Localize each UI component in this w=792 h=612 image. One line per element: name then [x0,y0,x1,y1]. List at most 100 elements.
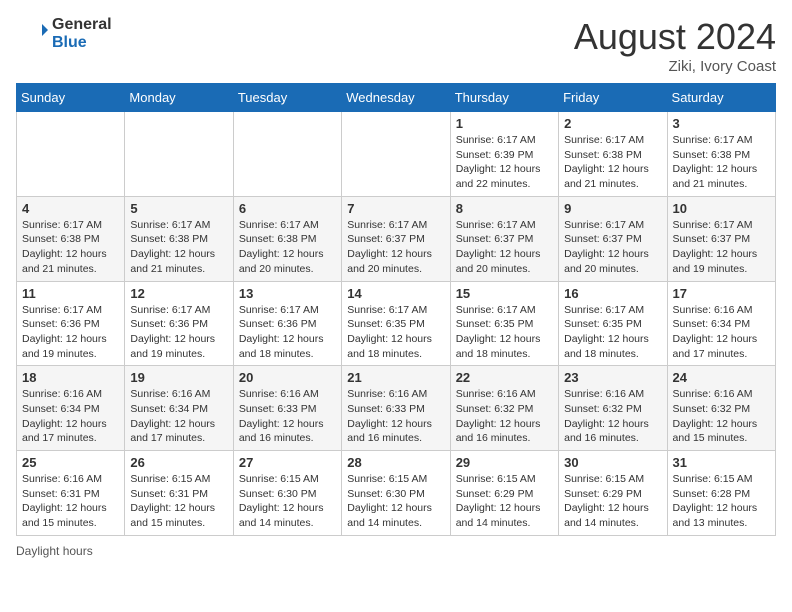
day-number: 9 [564,201,661,216]
calendar-cell: 7 Sunrise: 6:17 AM Sunset: 6:37 PM Daylig… [342,196,450,281]
calendar-cell: 24 Sunrise: 6:16 AM Sunset: 6:32 PM Dayli… [667,366,775,451]
day-header-sunday: Sunday [17,84,125,112]
day-info: Sunrise: 6:15 AM Sunset: 6:29 PM Dayligh… [564,472,661,531]
calendar-cell: 11 Sunrise: 6:17 AM Sunset: 6:36 PM Dayli… [17,281,125,366]
day-header-monday: Monday [125,84,233,112]
calendar-cell: 12 Sunrise: 6:17 AM Sunset: 6:36 PM Dayli… [125,281,233,366]
calendar-cell: 10Sunrise: 6:17 AM Sunset: 6:37 PM Dayli… [667,196,775,281]
calendar-cell: 5 Sunrise: 6:17 AM Sunset: 6:38 PM Daylig… [125,196,233,281]
day-info: Sunrise: 6:16 AM Sunset: 6:34 PM Dayligh… [130,387,227,446]
day-number: 24 [673,370,770,385]
calendar-cell: 30 Sunrise: 6:15 AM Sunset: 6:29 PM Dayli… [559,451,667,536]
day-info: Sunrise: 6:15 AM Sunset: 6:30 PM Dayligh… [347,472,444,531]
day-info: Sunrise: 6:17 AM Sunset: 6:39 PM Dayligh… [456,133,553,192]
day-info: Sunrise: 6:15 AM Sunset: 6:31 PM Dayligh… [130,472,227,531]
day-info: Sunrise: 6:15 AM Sunset: 6:30 PM Dayligh… [239,472,336,531]
day-number: 13 [239,286,336,301]
day-info: Sunrise: 6:16 AM Sunset: 6:34 PM Dayligh… [22,387,119,446]
calendar-cell: 29 Sunrise: 6:15 AM Sunset: 6:29 PM Dayli… [450,451,558,536]
day-number: 22 [456,370,553,385]
calendar-cell: 19 Sunrise: 6:16 AM Sunset: 6:34 PM Dayli… [125,366,233,451]
day-number: 20 [239,370,336,385]
logo-blue: Blue [52,34,112,52]
logo-general: General [52,16,112,34]
day-info: Sunrise: 6:16 AM Sunset: 6:32 PM Dayligh… [456,387,553,446]
day-info: Sunrise: 6:17 AM Sunset: 6:36 PM Dayligh… [22,303,119,362]
day-info: Sunrise: 6:17 AM Sunset: 6:38 PM Dayligh… [130,218,227,277]
day-info: Sunrise: 6:16 AM Sunset: 6:33 PM Dayligh… [347,387,444,446]
calendar-cell: 16 Sunrise: 6:17 AM Sunset: 6:35 PM Dayli… [559,281,667,366]
day-info: Sunrise: 6:16 AM Sunset: 6:31 PM Dayligh… [22,472,119,531]
day-header-tuesday: Tuesday [233,84,341,112]
day-number: 30 [564,455,661,470]
day-info: Sunrise: 6:17 AM Sunset: 6:35 PM Dayligh… [564,303,661,362]
day-number: 2 [564,116,661,131]
day-number: 10 [673,201,770,216]
day-info: Sunrise: 6:16 AM Sunset: 6:34 PM Dayligh… [673,303,770,362]
day-header-saturday: Saturday [667,84,775,112]
day-info: Sunrise: 6:17 AM Sunset: 6:37 PM Dayligh… [347,218,444,277]
logo: General Blue [16,16,112,53]
calendar-cell: 4 Sunrise: 6:17 AM Sunset: 6:38 PM Daylig… [17,196,125,281]
day-number: 1 [456,116,553,131]
day-info: Sunrise: 6:17 AM Sunset: 6:36 PM Dayligh… [239,303,336,362]
calendar-cell [125,112,233,197]
day-info: Sunrise: 6:17 AM Sunset: 6:38 PM Dayligh… [564,133,661,192]
day-number: 15 [456,286,553,301]
day-number: 16 [564,286,661,301]
day-number: 11 [22,286,119,301]
calendar-cell [342,112,450,197]
location-subtitle: Ziki, Ivory Coast [574,58,776,75]
logo-svg [16,18,48,50]
calendar-cell [17,112,125,197]
day-number: 7 [347,201,444,216]
calendar-cell: 28Sunrise: 6:15 AM Sunset: 6:30 PM Dayli… [342,451,450,536]
day-number: 8 [456,201,553,216]
calendar-table: SundayMondayTuesdayWednesdayThursdayFrid… [16,83,776,536]
calendar-week-4: 18 Sunrise: 6:16 AM Sunset: 6:34 PM Dayli… [17,366,776,451]
day-number: 5 [130,201,227,216]
calendar-cell: 8Sunrise: 6:17 AM Sunset: 6:37 PM Daylig… [450,196,558,281]
day-info: Sunrise: 6:17 AM Sunset: 6:36 PM Dayligh… [130,303,227,362]
day-header-wednesday: Wednesday [342,84,450,112]
calendar-week-2: 4 Sunrise: 6:17 AM Sunset: 6:38 PM Daylig… [17,196,776,281]
day-number: 19 [130,370,227,385]
calendar-cell: 22 Sunrise: 6:16 AM Sunset: 6:32 PM Dayli… [450,366,558,451]
day-number: 6 [239,201,336,216]
day-number: 26 [130,455,227,470]
calendar-cell: 31Sunrise: 6:15 AM Sunset: 6:28 PM Dayli… [667,451,775,536]
day-info: Sunrise: 6:16 AM Sunset: 6:32 PM Dayligh… [673,387,770,446]
calendar-cell: 6Sunrise: 6:17 AM Sunset: 6:38 PM Daylig… [233,196,341,281]
day-info: Sunrise: 6:15 AM Sunset: 6:29 PM Dayligh… [456,472,553,531]
calendar-cell: 21 Sunrise: 6:16 AM Sunset: 6:33 PM Dayli… [342,366,450,451]
day-number: 27 [239,455,336,470]
calendar-cell: 20 Sunrise: 6:16 AM Sunset: 6:33 PM Dayli… [233,366,341,451]
day-number: 12 [130,286,227,301]
day-number: 4 [22,201,119,216]
calendar-cell: 26 Sunrise: 6:15 AM Sunset: 6:31 PM Dayli… [125,451,233,536]
day-number: 18 [22,370,119,385]
day-number: 25 [22,455,119,470]
day-info: Sunrise: 6:17 AM Sunset: 6:38 PM Dayligh… [22,218,119,277]
calendar-cell: 17Sunrise: 6:16 AM Sunset: 6:34 PM Dayli… [667,281,775,366]
calendar-cell: 15 Sunrise: 6:17 AM Sunset: 6:35 PM Dayli… [450,281,558,366]
day-info: Sunrise: 6:16 AM Sunset: 6:33 PM Dayligh… [239,387,336,446]
day-info: Sunrise: 6:17 AM Sunset: 6:35 PM Dayligh… [456,303,553,362]
calendar-week-5: 25 Sunrise: 6:16 AM Sunset: 6:31 PM Dayli… [17,451,776,536]
calendar-week-1: 1 Sunrise: 6:17 AM Sunset: 6:39 PM Daylig… [17,112,776,197]
day-info: Sunrise: 6:16 AM Sunset: 6:32 PM Dayligh… [564,387,661,446]
day-number: 14 [347,286,444,301]
footer: Daylight hours [16,544,776,558]
day-number: 23 [564,370,661,385]
calendar-cell: 1 Sunrise: 6:17 AM Sunset: 6:39 PM Daylig… [450,112,558,197]
day-header-thursday: Thursday [450,84,558,112]
day-info: Sunrise: 6:17 AM Sunset: 6:37 PM Dayligh… [564,218,661,277]
calendar-cell: 13 Sunrise: 6:17 AM Sunset: 6:36 PM Dayli… [233,281,341,366]
day-info: Sunrise: 6:17 AM Sunset: 6:35 PM Dayligh… [347,303,444,362]
day-number: 29 [456,455,553,470]
calendar-cell: 2 Sunrise: 6:17 AM Sunset: 6:38 PM Daylig… [559,112,667,197]
day-header-friday: Friday [559,84,667,112]
calendar-cell [233,112,341,197]
month-year-title: August 2024 [574,16,776,58]
day-number: 21 [347,370,444,385]
